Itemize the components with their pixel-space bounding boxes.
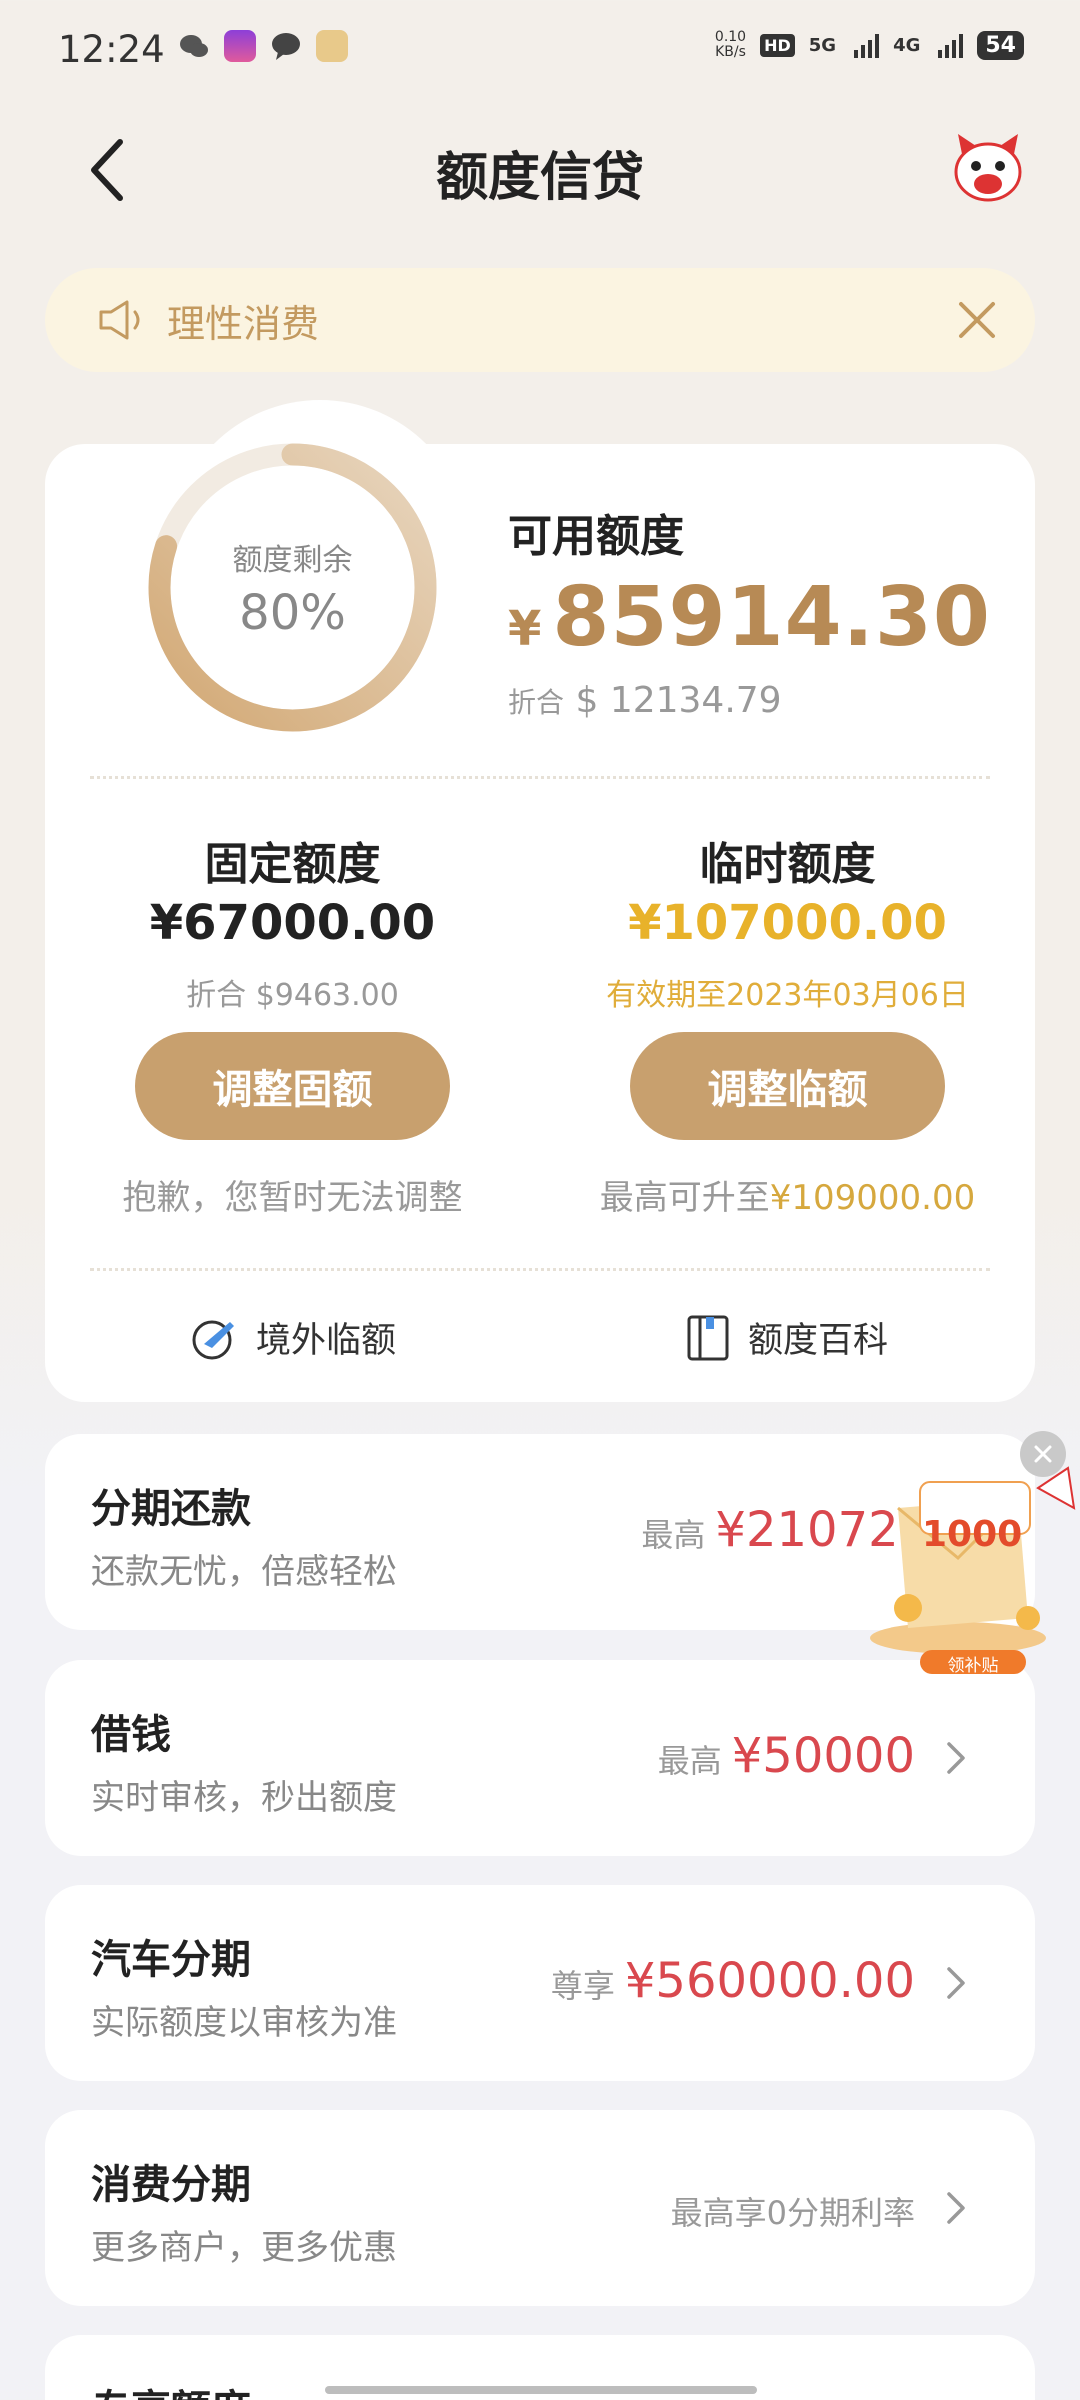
fixed-quota-usd: 折合 $9463.00 (186, 978, 399, 1013)
speaker-icon (99, 300, 140, 340)
ring-value: 80% (239, 585, 346, 641)
chevron-right-icon (947, 2192, 965, 2224)
fixed-quota-note: 抱歉，您暂时无法调整 (122, 1178, 463, 1218)
available-quota-label: 可用额度 (508, 511, 684, 562)
plane-globe-icon (192, 1320, 234, 1359)
quota-wiki-label: 额度百科 (748, 1321, 889, 1361)
temp-quota-expiry: 有效期至2023年03月06日 (606, 978, 969, 1013)
hd-voice-badge: HD (760, 33, 795, 57)
ring-label: 额度剩余 (232, 543, 353, 578)
signal-icon (854, 32, 880, 58)
divider (90, 1268, 990, 1271)
promo-label: 领补贴 (947, 1656, 999, 1676)
adjust-fixed-button[interactable]: 调整固额 (135, 1032, 450, 1140)
overseas-quota-link[interactable]: 境外临额 (190, 1312, 396, 1363)
fixed-quota-title: 固定额度 (204, 839, 381, 890)
net-speed-unit: KB/s (715, 44, 746, 60)
close-icon (1034, 1445, 1052, 1463)
available-quota-usd: 折合 $ 12134.79 (508, 680, 782, 721)
list-item-borrow[interactable]: 借钱 实时审核，秒出额度 最高 ¥50000 (45, 1660, 1035, 1856)
book-icon (687, 1315, 729, 1360)
adjust-temp-button[interactable]: 调整临额 (630, 1032, 945, 1140)
temp-quota-note: 最高可升至¥109000.00 (599, 1178, 976, 1218)
page-title: 额度信贷 (435, 148, 644, 208)
divider (90, 776, 990, 779)
mascot-service-icon[interactable] (948, 128, 1028, 208)
list-item-consumer-installment[interactable]: 消费分期 更多商户，更多优惠 最高享0分期利率 (45, 2110, 1035, 2306)
chevron-right-icon (947, 1742, 965, 1774)
status-time: 12:24 (58, 28, 165, 71)
available-quota-amount: ¥85914.30 (508, 570, 991, 665)
game-app-icon (316, 30, 348, 62)
sim1-network-label: 5G (808, 34, 837, 56)
signal-icon-2 (938, 32, 964, 58)
bank-app-icon (224, 30, 256, 62)
temp-quota-amount: ¥107000.00 (628, 895, 947, 951)
promo-amount: 1000 (922, 1514, 1023, 1555)
wechat-icon (180, 35, 208, 57)
chevron-right-icon (947, 1967, 965, 1999)
net-speed-value: 0.10 (714, 29, 747, 45)
notice-bar: 理性消费 (45, 268, 1035, 372)
fixed-quota-amount: ¥67000.00 (149, 895, 436, 951)
message-icon (272, 33, 300, 60)
notice-text: 理性消费 (167, 301, 320, 346)
status-indicators: 0.10 KB/s HD 5G 4G 54 (715, 30, 1024, 60)
overseas-quota-label: 境外临额 (256, 1321, 397, 1361)
sim2-network-label: 4G (893, 34, 921, 56)
battery-level: 54 (977, 30, 1024, 60)
quota-wiki-link[interactable]: 额度百科 (686, 1312, 888, 1363)
temp-quota-title: 临时额度 (699, 839, 876, 890)
promo-close-button[interactable] (1020, 1431, 1066, 1477)
list-item-car-installment[interactable]: 汽车分期 实际额度以审核为准 尊享 ¥560000.00 (45, 1885, 1035, 2081)
status-app-icons (178, 30, 348, 62)
close-icon[interactable] (955, 298, 999, 342)
home-indicator[interactable] (325, 2386, 757, 2394)
